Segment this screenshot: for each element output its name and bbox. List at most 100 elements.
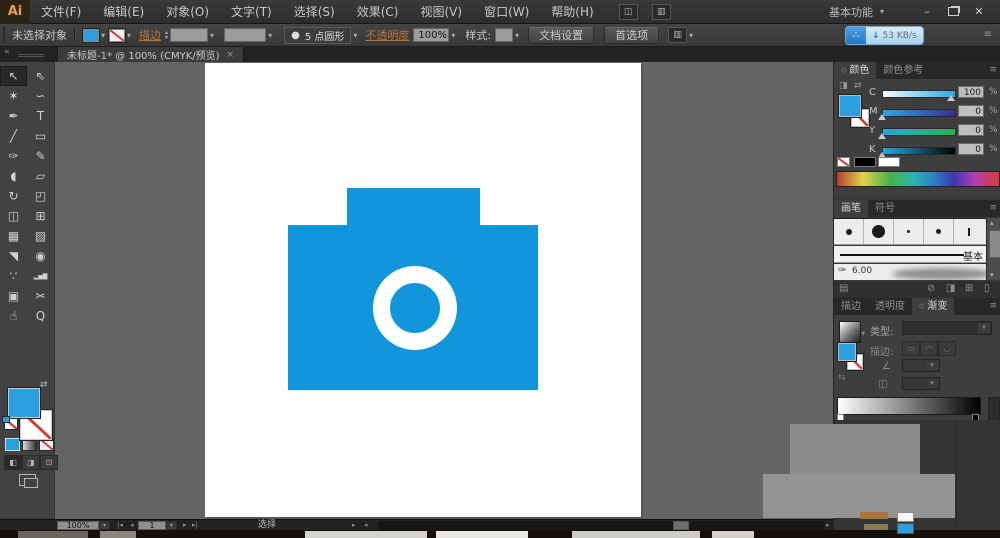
artboard-thumbnail-white[interactable]: [897, 512, 914, 522]
zoom-dropdown-icon[interactable]: ▾: [99, 521, 110, 530]
gradient-thumbnail[interactable]: [839, 321, 861, 343]
lasso-tool[interactable]: ∽: [27, 86, 54, 106]
brushes-scrollbar[interactable]: ▴ ▾: [986, 218, 1000, 280]
camera-shape-top[interactable]: [347, 188, 480, 226]
tab-gradient[interactable]: ◇ 渐变: [912, 298, 955, 315]
canvas-pasteboard[interactable]: [55, 62, 833, 519]
align-icon[interactable]: ▥: [668, 27, 688, 43]
cyan-value-field[interactable]: 100: [958, 86, 984, 98]
tab-transparency[interactable]: 透明度: [868, 298, 912, 315]
control-bar-grip[interactable]: [3, 27, 8, 43]
taskbar-item[interactable]: [436, 531, 528, 538]
magenta-slider-knob[interactable]: [878, 114, 886, 120]
gradient-type-select[interactable]: ▾: [902, 321, 992, 335]
taskbar-item[interactable]: [572, 531, 700, 538]
width-profile-dropdown-icon[interactable]: ▾: [268, 31, 272, 40]
brush-options-icon[interactable]: ◨: [946, 283, 955, 294]
brush-item[interactable]: [864, 219, 894, 244]
zoom-tool[interactable]: Q: [27, 306, 54, 326]
color-button[interactable]: [5, 438, 20, 451]
align-dropdown-icon[interactable]: ▾: [689, 31, 693, 40]
stroke-color-swatch[interactable]: [108, 27, 127, 43]
tab-color[interactable]: ◇ 颜色: [834, 62, 877, 79]
scroll-up-icon[interactable]: ▴: [990, 219, 994, 227]
menu-select[interactable]: 选择(S): [283, 0, 346, 24]
color-spectrum-bar[interactable]: [836, 171, 1000, 187]
remove-brush-stroke-icon[interactable]: ⊘: [927, 283, 935, 294]
symbol-sprayer-tool[interactable]: ∵: [0, 266, 27, 286]
horizontal-scrollbar[interactable]: [378, 521, 824, 530]
artboard-number-field[interactable]: 1: [138, 521, 166, 530]
magic-wand-tool[interactable]: ✶: [0, 86, 27, 106]
swap-fill-stroke-icon[interactable]: ⇄: [40, 380, 48, 390]
bridge-icon[interactable]: ◫: [618, 3, 638, 20]
brush-libraries-icon[interactable]: ▤: [839, 283, 848, 294]
eraser-tool[interactable]: ▱: [27, 166, 54, 186]
stroke-weight-dropdown-icon[interactable]: ▾: [210, 31, 214, 40]
selection-tool[interactable]: ↖: [0, 66, 27, 86]
width-profile-field[interactable]: [224, 28, 267, 42]
draw-behind-button[interactable]: ◨: [22, 455, 40, 470]
eyedropper-tool[interactable]: ◥: [0, 246, 27, 266]
delete-brush-icon[interactable]: ▯: [984, 283, 990, 294]
column-graph-tool[interactable]: ▂▅▇: [27, 266, 54, 286]
pen-tool[interactable]: ✒: [0, 106, 27, 126]
yellow-value-field[interactable]: 0: [958, 124, 984, 136]
style-dropdown-icon[interactable]: ▾: [515, 31, 519, 40]
brush-item[interactable]: [924, 219, 954, 244]
tab-symbols[interactable]: 符号: [868, 200, 902, 217]
gradient-thumb-dropdown-icon[interactable]: ▾: [861, 329, 865, 338]
collapse-toolbar-icon[interactable]: «: [4, 47, 10, 57]
hand-tool[interactable]: ☝: [0, 306, 27, 326]
menu-edit[interactable]: 编辑(E): [92, 0, 155, 24]
opacity-field[interactable]: 100%: [413, 28, 450, 42]
brush-definition-select[interactable]: ● 5 点圆形: [284, 26, 352, 44]
opacity-dropdown-icon[interactable]: ▾: [451, 31, 455, 40]
new-brush-icon[interactable]: ⊞: [965, 283, 973, 294]
yellow-slider[interactable]: [882, 128, 956, 136]
blob-brush-tool[interactable]: ◖: [0, 166, 27, 186]
screen-mode-button[interactable]: [19, 474, 38, 488]
tab-color-guide[interactable]: 颜色参考: [876, 62, 930, 79]
document-tab[interactable]: 未标题-1* @ 100% (CMYK/预览) ×: [57, 47, 245, 62]
stroke-across-button[interactable]: ◡: [938, 341, 956, 356]
taskbar-item[interactable]: [100, 531, 136, 538]
pencil-tool[interactable]: ✎: [27, 146, 54, 166]
control-panel-menu-icon[interactable]: ≡: [984, 29, 992, 40]
brush-item[interactable]: [894, 219, 924, 244]
yellow-slider-knob[interactable]: [878, 133, 886, 139]
brushes-scrollbar-thumb[interactable]: [989, 230, 1000, 258]
free-transform-tool[interactable]: ◰: [27, 186, 54, 206]
style-swatch[interactable]: [495, 28, 514, 42]
menu-type[interactable]: 文字(T): [220, 0, 283, 24]
perspective-grid-tool[interactable]: ⊞: [27, 206, 54, 226]
toolbar-grip[interactable]: [18, 54, 44, 55]
tab-brushes[interactable]: 画笔: [834, 200, 868, 217]
line-segment-tool[interactable]: ╱: [0, 126, 27, 146]
type-tool[interactable]: T: [27, 106, 54, 126]
stroke-weight-field[interactable]: [170, 28, 209, 42]
cyan-slider[interactable]: [882, 90, 956, 98]
taskbar-item[interactable]: [305, 531, 427, 538]
none-swatch[interactable]: [837, 157, 850, 167]
brush-dropdown-icon[interactable]: ▾: [353, 31, 357, 40]
rotate-tool[interactable]: ↻: [0, 186, 27, 206]
black-value-field[interactable]: 0: [958, 143, 984, 155]
menu-view[interactable]: 视图(V): [409, 0, 473, 24]
taskbar-item[interactable]: [712, 531, 754, 538]
gradient-slider-bar[interactable]: [837, 397, 981, 415]
stroke-within-button[interactable]: ▭: [902, 341, 920, 356]
camera-lens-ring[interactable]: [373, 266, 457, 350]
opacity-panel-link[interactable]: 不透明度: [365, 27, 409, 43]
rectangle-tool[interactable]: ▭: [27, 126, 54, 146]
color-panel-menu-icon[interactable]: ≡: [989, 62, 1000, 79]
draw-inside-button[interactable]: ⊡: [40, 455, 58, 470]
stroke-weight-stepper[interactable]: ▴ ▾: [165, 30, 168, 41]
menu-window[interactable]: 窗口(W): [473, 0, 540, 24]
stroke-along-button[interactable]: ◠: [920, 341, 938, 356]
taskbar-item[interactable]: [18, 531, 88, 538]
draw-normal-button[interactable]: ◧: [4, 455, 22, 470]
gradient-tool[interactable]: ▨: [27, 226, 54, 246]
menu-file[interactable]: 文件(F): [30, 0, 92, 24]
artboard-thumbnail-blue[interactable]: [897, 523, 914, 534]
